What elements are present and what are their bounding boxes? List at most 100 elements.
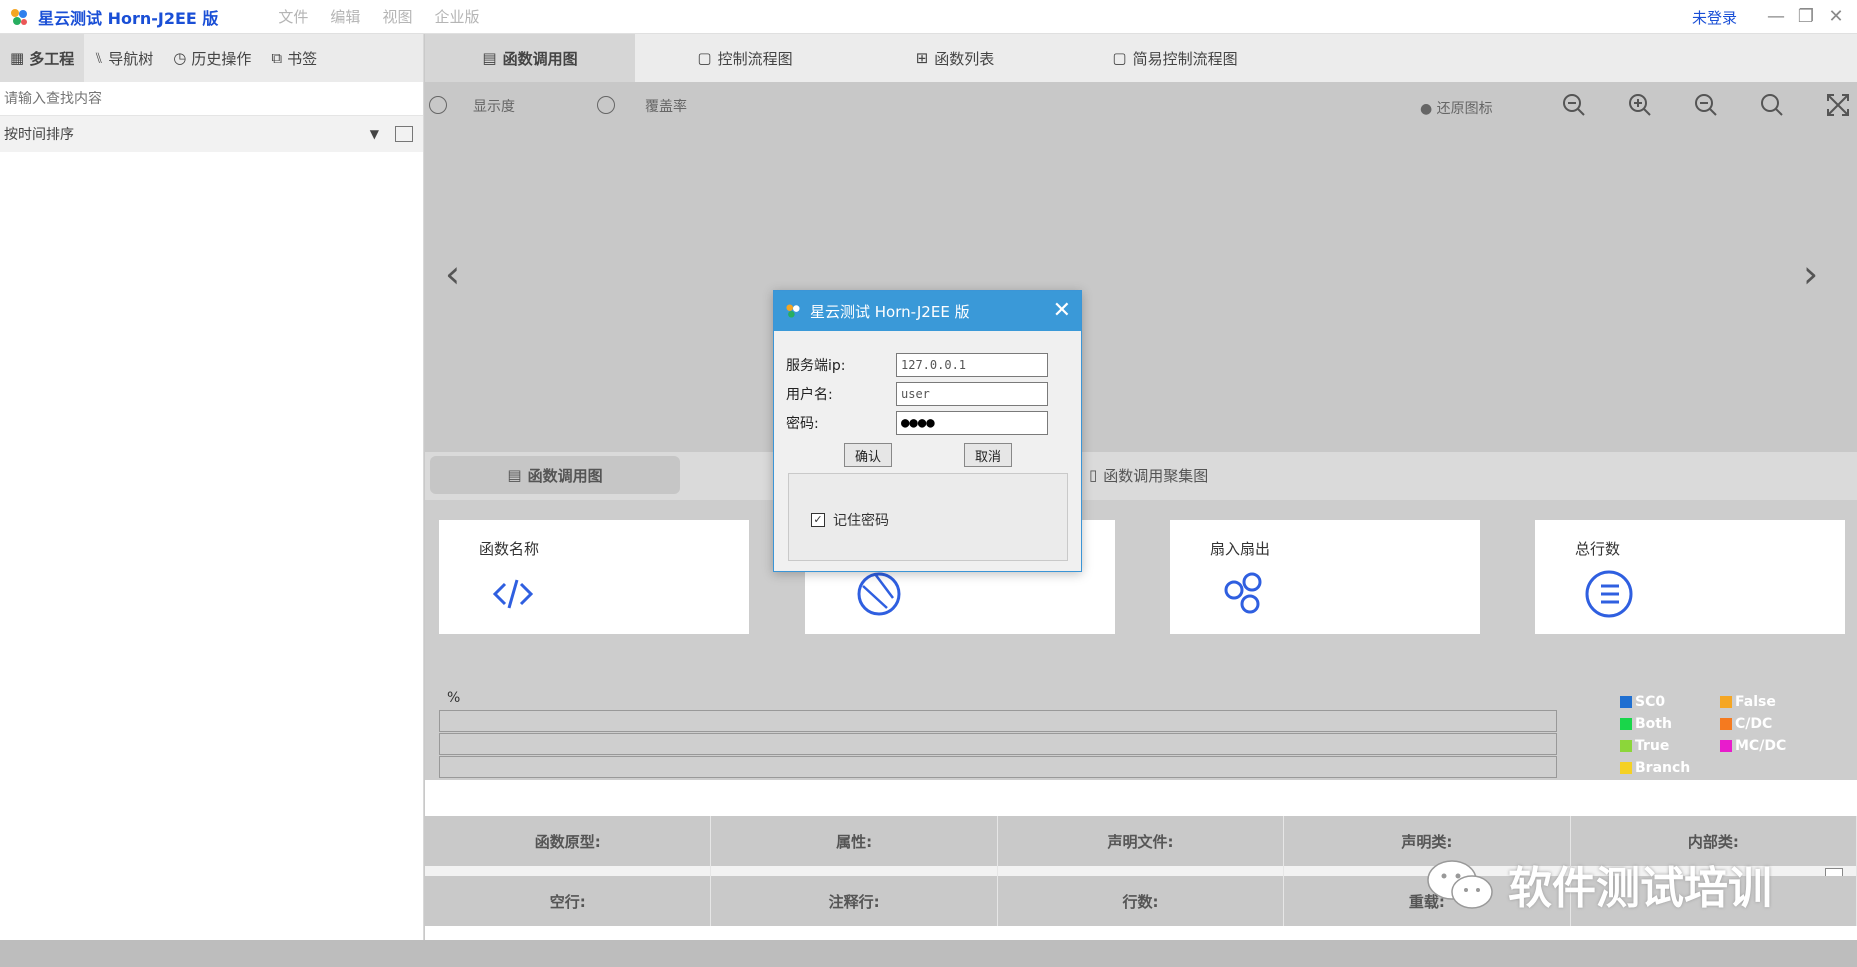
card-title: 总行数	[1575, 540, 1621, 558]
coverage-bar	[439, 733, 1557, 755]
menu-file[interactable]: 文件	[278, 6, 308, 27]
list-circle-icon	[1585, 570, 1633, 618]
password-input[interactable]	[896, 411, 1048, 435]
sort-label: 按时间排序	[4, 127, 74, 143]
tab-nav-tree[interactable]: ⑊ 导航树	[84, 34, 163, 82]
tab-call-graph[interactable]: ▤ 函数调用图	[425, 34, 635, 82]
username-input[interactable]	[896, 382, 1048, 406]
tab-function-list[interactable]: ⊞ 函数列表	[855, 34, 1055, 82]
user-label: 用户名:	[786, 387, 833, 403]
chevron-left-icon[interactable]: ‹	[445, 252, 460, 296]
tab-history[interactable]: ◷ 历史操作	[163, 34, 261, 82]
search-icon[interactable]	[1759, 92, 1785, 118]
legend-swatch	[1720, 718, 1732, 730]
login-link[interactable]: 未登录	[1692, 7, 1737, 28]
tab-label: 简易控制流程图	[1132, 49, 1238, 68]
cluster-icon: ▯	[1089, 466, 1098, 484]
th-comment-lines: 注释行:	[711, 876, 998, 926]
simple-flow-icon: ▢	[1112, 49, 1127, 67]
tab-simple-flow[interactable]: ▢ 简易控制流程图	[1055, 34, 1295, 82]
legend-swatch	[1620, 740, 1632, 752]
menu-edit[interactable]: 编辑	[330, 6, 360, 27]
restore-icon[interactable]: ❐	[1793, 4, 1819, 30]
subtab-call-graph[interactable]: ▤ 函数调用图	[430, 456, 680, 494]
percent-label: %	[447, 690, 461, 706]
legend-swatch	[1720, 740, 1732, 752]
password-row: 密码:	[786, 411, 1066, 435]
sort-dropdown[interactable]: 按时间排序 ▼	[0, 116, 423, 152]
server-ip-input[interactable]	[896, 353, 1048, 377]
legend-item: Branch	[1620, 760, 1690, 776]
card-total-lines: 总行数	[1535, 520, 1845, 634]
call-graph-icon: ▤	[482, 49, 497, 67]
coverage-bar	[439, 756, 1557, 778]
title-bar: 星云测试 Horn-J2EE 版 文件 编辑 视图 企业版 未登录 — ❐ ✕	[0, 0, 1857, 34]
th-blank-lines: 空行:	[425, 876, 712, 926]
chevron-right-icon[interactable]: ›	[1803, 252, 1818, 296]
close-icon[interactable]: ✕	[1823, 4, 1849, 30]
card-function-name: 函数名称	[439, 520, 749, 634]
left-panel: ▦ 多工程 ⑊ 导航树 ◷ 历史操作 ⧉ 书签 按时间排序 ▼	[0, 34, 424, 940]
legend-swatch	[1620, 718, 1632, 730]
reset-label: 还原图标	[1436, 101, 1493, 117]
legend-swatch	[1720, 696, 1732, 708]
confirm-button[interactable]: 确认	[844, 443, 892, 467]
zoom-in-icon[interactable]	[1627, 92, 1653, 118]
dialog-title-bar: 星云测试 Horn-J2EE 版 ✕	[774, 291, 1081, 331]
server-label: 服务端ip:	[786, 358, 846, 374]
search-input[interactable]	[4, 90, 404, 107]
main-area: ▤ 函数调用图 ▢ 控制流程图 ⊞ 函数列表 ▢ 简易控制流程图 显示度 覆盖率…	[425, 34, 1857, 940]
main-tabs: ▤ 函数调用图 ▢ 控制流程图 ⊞ 函数列表 ▢ 简易控制流程图	[425, 34, 1857, 82]
reset-button[interactable]: ● 还原图标	[1420, 98, 1493, 118]
tab-label: 书签	[287, 49, 318, 68]
close-icon[interactable]: ✕	[1053, 298, 1071, 323]
tab-control-flow[interactable]: ▢ 控制流程图	[635, 34, 855, 82]
checkbox-icon[interactable]: ✓	[811, 513, 825, 527]
legend-item: Both	[1620, 716, 1672, 732]
bookmark-icon: ⧉	[271, 49, 283, 67]
menu-enterprise[interactable]: 企业版	[434, 6, 479, 27]
card-fan-in-out: 扇入扇出	[1170, 520, 1480, 634]
legend-label: MC/DC	[1735, 738, 1787, 754]
coverage-bar	[439, 710, 1557, 732]
tab-label: 导航树	[108, 49, 154, 68]
chevron-down-icon[interactable]: ▼	[370, 127, 379, 141]
graph-toolbar: 显示度 覆盖率 ● 还原图标	[425, 90, 1857, 120]
watermark-text: 软件测试培训	[1508, 863, 1772, 914]
fullscreen-icon[interactable]	[1825, 92, 1851, 118]
radio-coverage[interactable]	[597, 96, 615, 114]
zoom-fit-icon[interactable]	[1561, 92, 1587, 118]
remember-password-checkbox[interactable]: ✓ 记住密码	[811, 510, 889, 530]
molecule-icon	[1224, 572, 1262, 614]
radio-display-degree[interactable]	[429, 96, 447, 114]
app-title: 星云测试 Horn-J2EE 版	[38, 8, 219, 28]
cancel-button[interactable]: 取消	[964, 443, 1012, 467]
graph-canvas[interactable]: 显示度 覆盖率 ● 还原图标 ‹ ›	[425, 82, 1857, 452]
login-dialog: 星云测试 Horn-J2EE 版 ✕ 服务端ip: 用户名: 密码: 确认 取消…	[773, 290, 1082, 572]
grid-icon: ▦	[10, 49, 25, 67]
app-logo-icon	[8, 6, 30, 28]
zoom-out-icon[interactable]	[1693, 92, 1719, 118]
card-title: 扇入扇出	[1210, 540, 1271, 558]
expand-icon[interactable]	[395, 126, 413, 142]
subtab-call-cluster[interactable]: ▯ 函数调用聚集图	[1075, 456, 1222, 494]
radio-label: 覆盖率	[645, 99, 687, 115]
tab-multi-project[interactable]: ▦ 多工程	[0, 34, 85, 82]
legend-item: C/DC	[1720, 716, 1772, 732]
watermark: 软件测试培训	[1422, 852, 1772, 916]
radio-label: 显示度	[473, 99, 515, 115]
th-prototype: 函数原型:	[425, 816, 712, 866]
minimize-icon[interactable]: —	[1763, 4, 1789, 30]
th-attribute: 属性:	[711, 816, 998, 866]
tab-label: 多工程	[29, 49, 75, 68]
remember-label: 记住密码	[833, 513, 889, 529]
menu-bar: 文件 编辑 视图 企业版	[278, 6, 479, 27]
tab-label: 历史操作	[191, 49, 252, 68]
tab-bookmark[interactable]: ⧉ 书签	[261, 34, 327, 82]
app-logo-icon	[786, 304, 800, 318]
sub-tabs: ▤ 函数调用图 ▯ 函数调用聚集图	[425, 452, 1857, 500]
menu-view[interactable]: 视图	[382, 6, 412, 27]
legend-label: False	[1735, 694, 1776, 710]
server-row: 服务端ip:	[786, 353, 1066, 377]
legend-item: True	[1620, 738, 1669, 754]
